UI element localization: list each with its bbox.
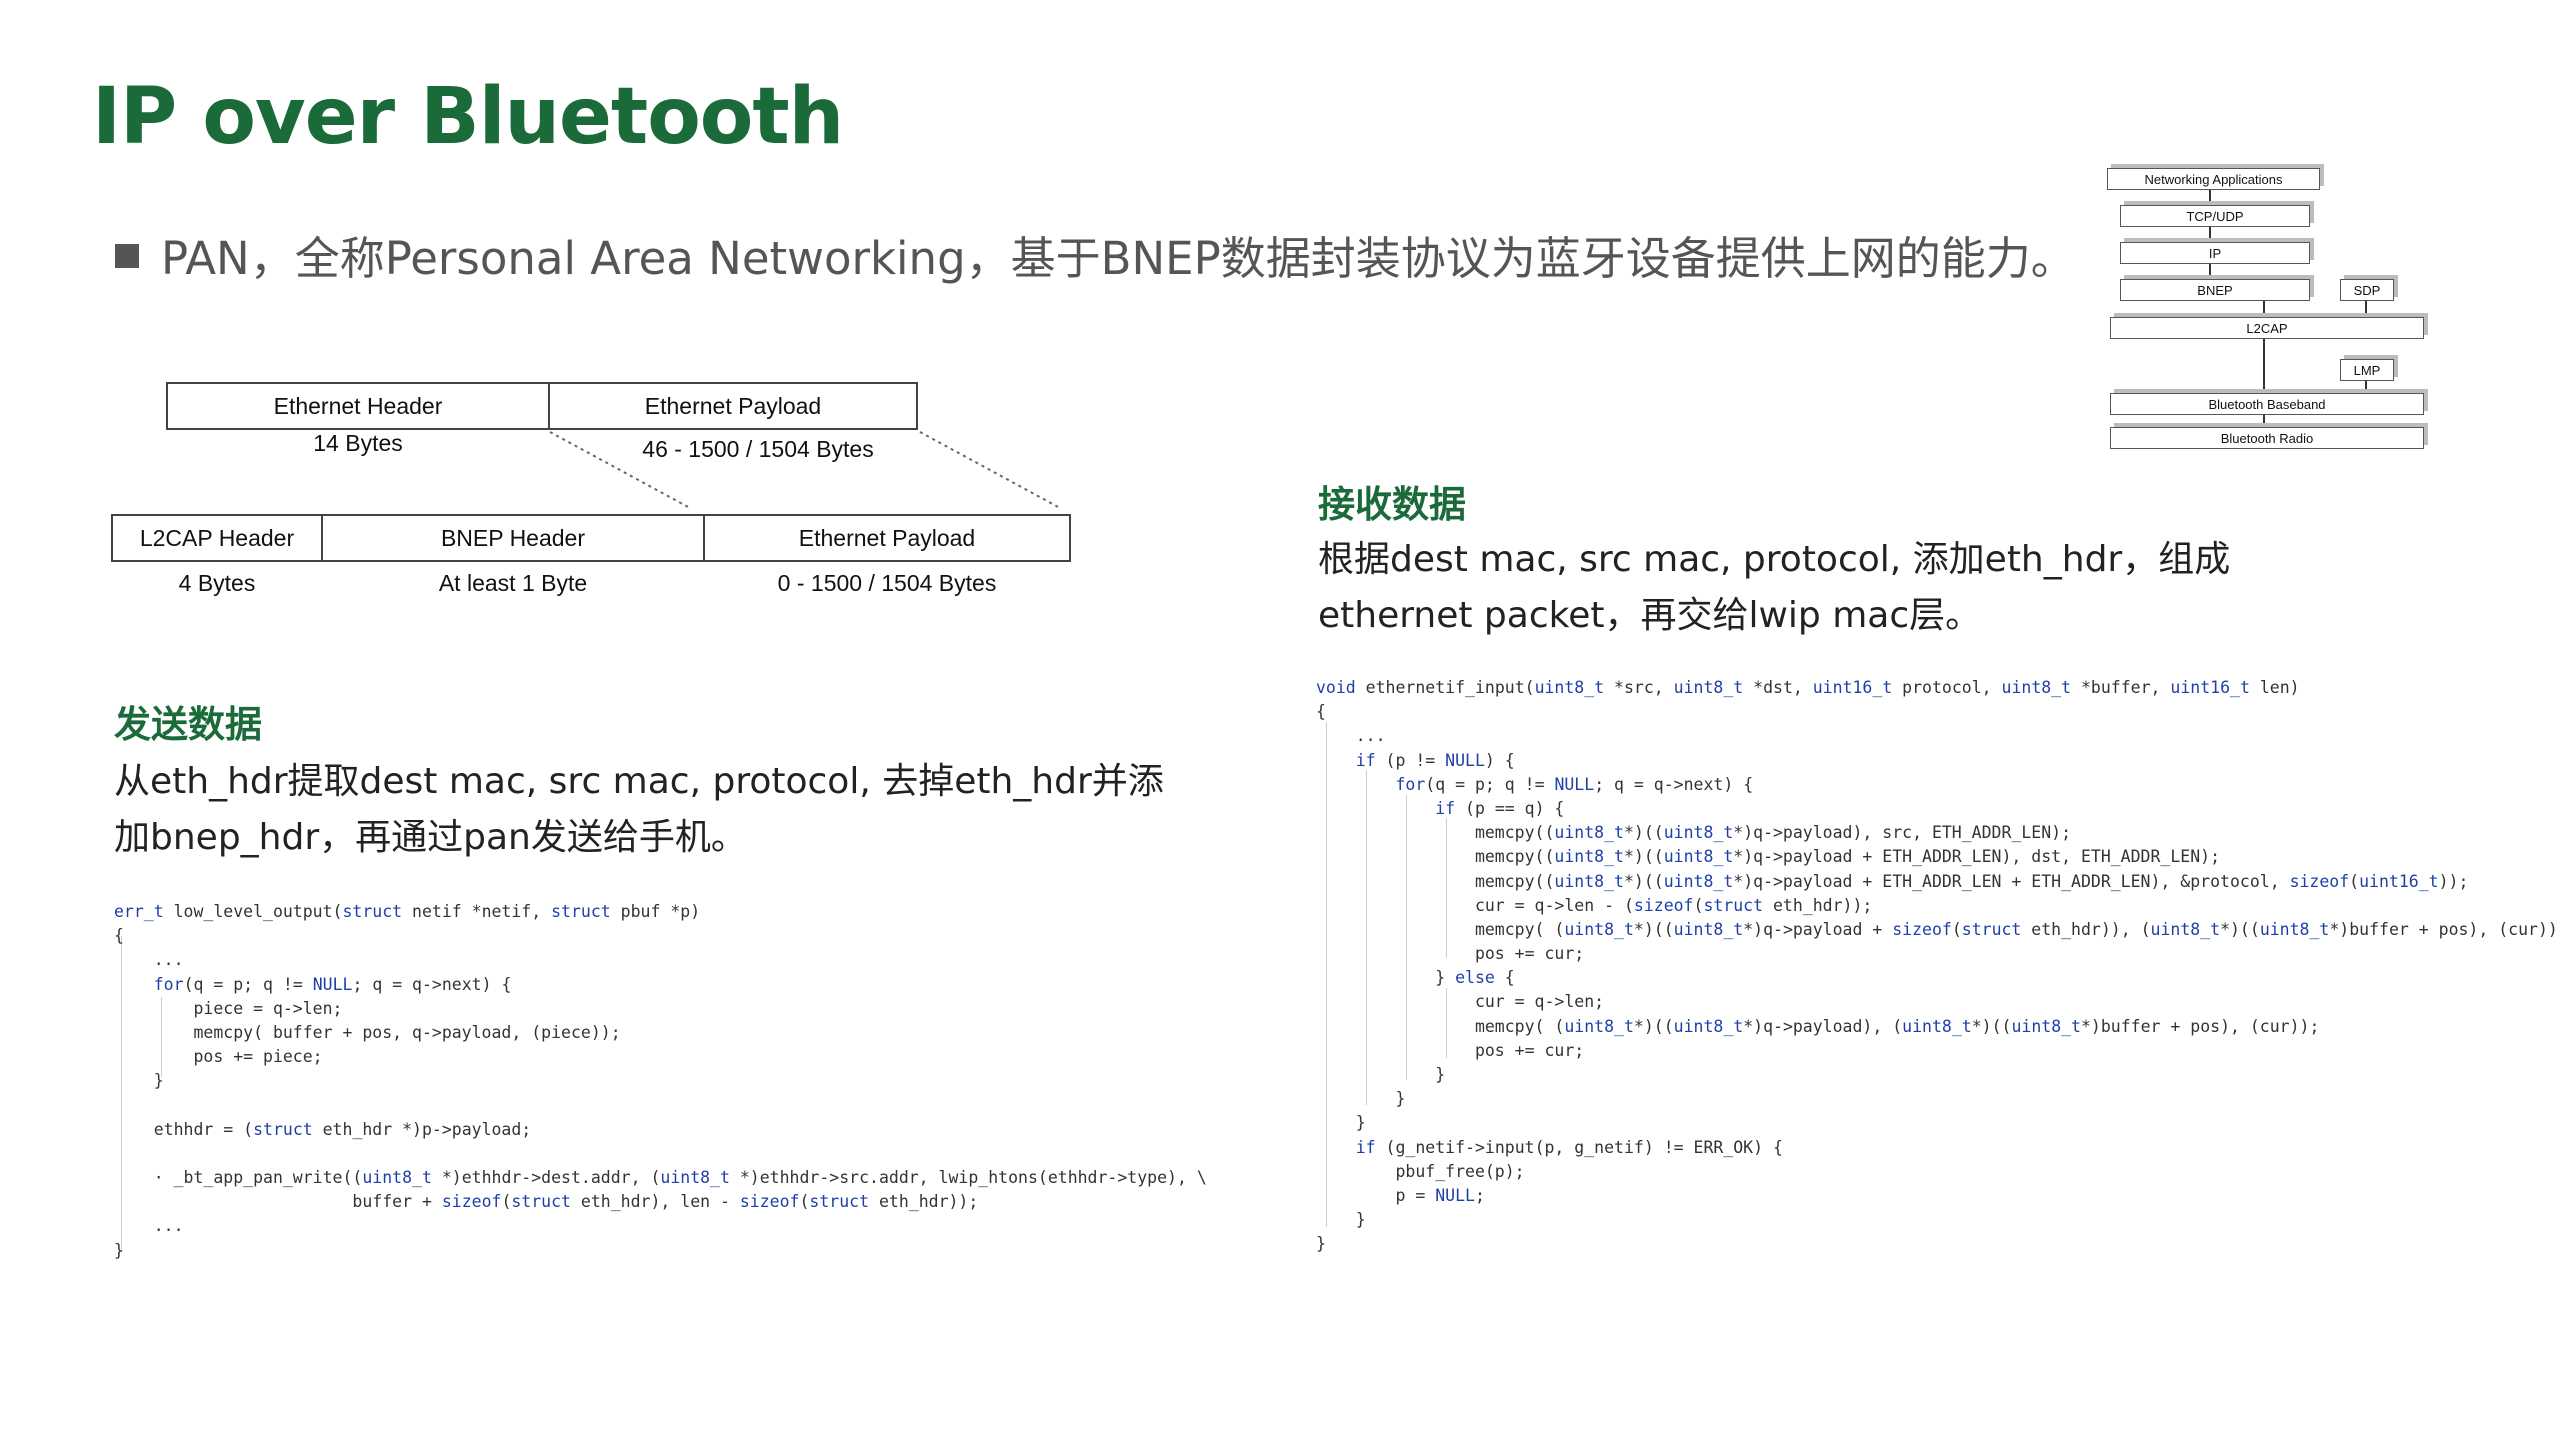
code-line: } else { xyxy=(1316,968,1515,988)
code-line: memcpy((uint8_t*)((uint8_t*)q->payload +… xyxy=(1316,847,2221,867)
l2cap-header-size: 4 Bytes xyxy=(178,570,256,596)
code-line: if (p == q) { xyxy=(1435,798,1565,818)
stack-ip: IP xyxy=(2120,242,2310,264)
code-line: · _bt_app_pan_write((uint8_t *)ethhdr->d… xyxy=(114,1168,1207,1188)
code-line: ... xyxy=(114,1216,184,1236)
ethernet-payload-size: 46 - 1500 / 1504 Bytes xyxy=(642,436,874,462)
recv_code-listing: void ethernetif_input(uint8_t *src, uint… xyxy=(1316,676,2560,1257)
code-line: } xyxy=(1316,1065,1446,1084)
code-line: pos += cur; xyxy=(1316,944,1585,964)
receive-description-line-1: 根据dest mac, src mac, protocol, 添加eth_hdr… xyxy=(1318,539,2231,580)
code-line: ethhdr = (struct eth_hdr *)p->payload; xyxy=(114,1119,532,1139)
code-line: err_t low_level_output(struct netif *net… xyxy=(114,902,701,921)
code-line: for(q = p; q != NULL; q = q->next) { xyxy=(153,974,512,994)
ethernet-payload-inner-box: Ethernet Payload xyxy=(703,514,1071,562)
code-line: pbuf_free(p); xyxy=(1316,1161,1525,1181)
ethernet-header-size: 14 Bytes xyxy=(313,430,403,456)
send-description-line-2: 加bnep_hdr，再通过pan发送给手机。 xyxy=(114,817,747,858)
code-line: for(q = p; q != NULL; q = q->next) { xyxy=(1395,774,1754,794)
bullet-square-icon xyxy=(115,244,139,268)
stack-bluetooth-baseband: Bluetooth Baseband xyxy=(2110,393,2424,415)
code-line: { xyxy=(1316,702,1326,722)
code-line: ... xyxy=(114,950,184,970)
code-line: buffer + sizeof(struct eth_hdr), len - s… xyxy=(114,1192,979,1212)
stack-networking-applications: Networking Applications xyxy=(2107,168,2320,190)
intro-text: PAN，全称Personal Area Networking，基于BNEP数据封… xyxy=(161,232,2076,285)
ethernet-header-box: Ethernet Header xyxy=(166,382,550,430)
ethernet-payload-box: Ethernet Payload xyxy=(548,382,918,430)
code-line: memcpy((uint8_t*)((uint8_t*)q->payload),… xyxy=(1316,823,2072,843)
send_code-listing: err_t low_level_output(struct netif *net… xyxy=(114,900,1207,1263)
stack-bnep: BNEP xyxy=(2120,279,2310,301)
code-line: piece = q->len; xyxy=(114,998,343,1018)
receive-heading: 接收数据 xyxy=(1318,483,1466,526)
code-line: memcpy( buffer + pos, q->payload, (piece… xyxy=(114,1022,621,1042)
stack-l2cap: L2CAP xyxy=(2110,317,2424,339)
stack-bluetooth-radio: Bluetooth Radio xyxy=(2110,427,2424,449)
ethernet-payload-inner-size: 0 - 1500 / 1504 Bytes xyxy=(777,570,997,596)
stack-lmp: LMP xyxy=(2340,359,2394,381)
receive-description: 根据dest mac, src mac, protocol, 添加eth_hdr… xyxy=(1318,532,2230,644)
bnep-header-box: BNEP Header xyxy=(321,514,705,562)
code-line: ... xyxy=(1316,726,1386,746)
code-line: memcpy( (uint8_t*)((uint8_t*)q->payload)… xyxy=(1316,1016,2320,1036)
code-line: { xyxy=(114,926,124,946)
bnep-header-size: At least 1 Byte xyxy=(438,570,588,596)
code-line: memcpy((uint8_t*)((uint8_t*)q->payload +… xyxy=(1316,871,2469,891)
code-line: cur = q->len - (sizeof(struct eth_hdr)); xyxy=(1316,895,1873,915)
send-description-line-1: 从eth_hdr提取dest mac, src mac, protocol, 去… xyxy=(114,761,1164,802)
code-line: } xyxy=(1316,1113,1366,1133)
stack-sdp: SDP xyxy=(2340,279,2394,301)
intro-bullet: PAN，全称Personal Area Networking，基于BNEP数据封… xyxy=(115,222,2076,287)
l2cap-header-box: L2CAP Header xyxy=(111,514,323,562)
code-line: } xyxy=(114,1071,164,1091)
send-heading: 发送数据 xyxy=(114,703,262,746)
send-description: 从eth_hdr提取dest mac, src mac, protocol, 去… xyxy=(114,754,1164,866)
code-line: pos += cur; xyxy=(1316,1040,1585,1060)
code-line: } xyxy=(114,1240,124,1260)
code-line: cur = q->len; xyxy=(1316,992,1605,1012)
code-line: if (g_netif->input(p, g_netif) != ERR_OK… xyxy=(1355,1137,1783,1157)
code-line: void ethernetif_input(uint8_t *src, uint… xyxy=(1316,678,2300,697)
code-line: p = NULL; xyxy=(1316,1185,1485,1205)
code-line: } xyxy=(1316,1210,1366,1230)
receive-description-line-2: ethernet packet，再交给lwip mac层。 xyxy=(1318,595,1982,636)
code-line: } xyxy=(1316,1234,1326,1254)
page-title: IP over Bluetooth xyxy=(92,72,844,162)
code-line: } xyxy=(1316,1089,1406,1109)
code-line: memcpy( (uint8_t*)((uint8_t*)q->payload … xyxy=(1316,919,2560,939)
code-line: pos += piece; xyxy=(114,1047,323,1067)
code-line: if (p != NULL) { xyxy=(1355,750,1515,770)
stack-tcpudp: TCP/UDP xyxy=(2120,205,2310,227)
